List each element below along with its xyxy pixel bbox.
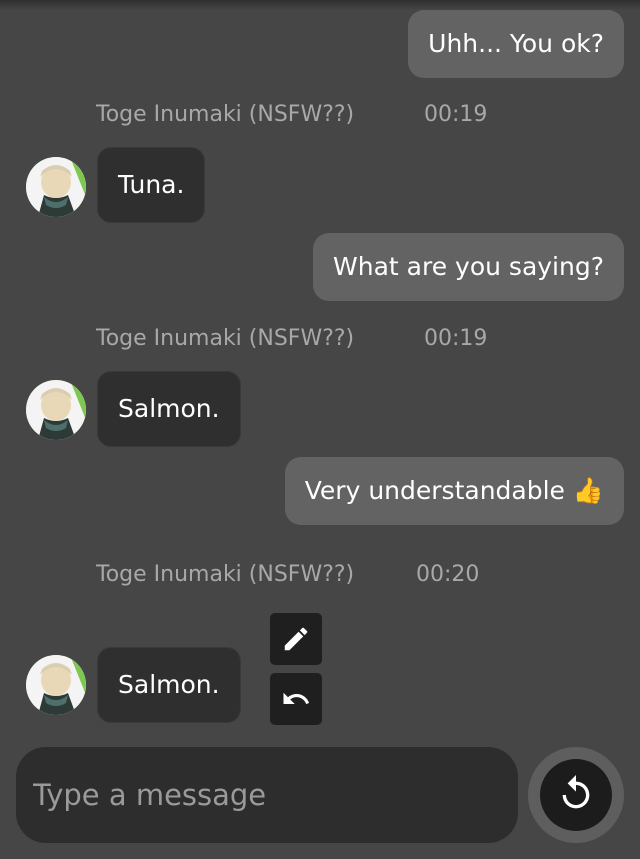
- message-input[interactable]: [33, 778, 503, 812]
- message-outgoing[interactable]: Uhh... You ok?: [408, 10, 624, 78]
- sender-name: Toge Inumaki (NSFW??): [96, 102, 355, 127]
- timestamp: 00:19: [424, 326, 488, 351]
- character-avatar-icon[interactable]: [26, 380, 86, 440]
- timestamp: 00:20: [416, 562, 480, 587]
- message-incoming[interactable]: Tuna.: [97, 147, 206, 223]
- sender-name: Toge Inumaki (NSFW??): [96, 562, 355, 587]
- regenerate-button-inner[interactable]: [540, 759, 612, 831]
- timestamp: 00:19: [424, 102, 488, 127]
- edit-message-button[interactable]: [270, 613, 322, 665]
- character-avatar-icon[interactable]: [26, 157, 86, 217]
- message-incoming[interactable]: Salmon.: [97, 371, 241, 447]
- message-meta: Toge Inumaki (NSFW??) 00:19: [96, 100, 496, 130]
- top-fade: [0, 0, 640, 10]
- message-outgoing[interactable]: Very understandable 👍: [284, 457, 624, 525]
- message-text: What are you saying?: [333, 252, 604, 281]
- message-incoming[interactable]: Salmon.: [97, 647, 241, 723]
- sender-name: Toge Inumaki (NSFW??): [96, 326, 355, 351]
- message-meta: Toge Inumaki (NSFW??) 00:20: [96, 560, 496, 590]
- pencil-icon: [284, 627, 308, 651]
- message-outgoing[interactable]: What are you saying?: [313, 233, 624, 301]
- message-text: Uhh... You ok?: [428, 29, 604, 58]
- undo-message-button[interactable]: [270, 673, 322, 725]
- undo-icon: [283, 692, 310, 704]
- message-text: Very understandable 👍: [304, 476, 604, 505]
- regenerate-icon: [562, 775, 590, 809]
- character-avatar-icon[interactable]: [26, 655, 86, 715]
- message-input-container[interactable]: [16, 747, 518, 843]
- message-text: Salmon.: [118, 670, 220, 699]
- message-text: Tuna.: [118, 170, 185, 199]
- regenerate-button[interactable]: [528, 747, 624, 843]
- message-text: Salmon.: [118, 394, 220, 423]
- message-meta: Toge Inumaki (NSFW??) 00:19: [96, 324, 496, 354]
